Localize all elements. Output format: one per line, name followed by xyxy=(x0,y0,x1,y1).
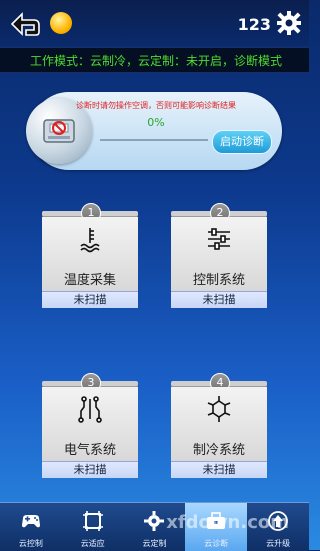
module-refrigeration[interactable]: 4 制冷系统 未扫描 xyxy=(171,373,267,478)
module-name: 控制系统 xyxy=(192,273,245,288)
diagnosis-warning: 诊断时请勿操作空调，否则可能影响诊断结果 xyxy=(76,101,236,110)
work-mode-text: 工作模式：云制冷，云定制：未开启，诊断模式 xyxy=(30,54,283,68)
diagnosis-panel: 诊断时请勿操作空调，否则可能影响诊断结果 0% 启动诊断 xyxy=(26,92,282,170)
nav-label: 云升级 xyxy=(266,539,291,548)
module-name: 电气系统 xyxy=(63,443,116,458)
nav-label: 云定制 xyxy=(142,539,167,548)
module-electrical[interactable]: 3 电气系统 未扫描 xyxy=(42,373,138,478)
gamepad-icon xyxy=(21,515,40,528)
work-mode-marquee: 工作模式：云制冷，云定制：未开启，诊断模式 xyxy=(0,47,309,73)
sliders-icon xyxy=(208,228,230,250)
frame-icon xyxy=(82,511,103,531)
sun-icon xyxy=(50,12,72,34)
snowflake-icon xyxy=(207,396,231,422)
nav-cloud-control[interactable]: 云控制 xyxy=(0,503,62,551)
device-code: 123 xyxy=(237,15,271,34)
settings-gear-icon[interactable] xyxy=(275,9,303,37)
thermometer-icon xyxy=(80,228,100,253)
start-diagnosis-button[interactable]: 启动诊断 xyxy=(212,130,272,154)
module-name: 温度采集 xyxy=(63,273,116,288)
nav-label: 云适应 xyxy=(80,539,105,548)
watermark: xfdown.com xyxy=(166,512,289,533)
module-body: 温度采集 xyxy=(42,217,138,291)
module-status: 未扫描 xyxy=(171,461,267,478)
module-body: 制冷系统 xyxy=(171,387,267,461)
diagnosis-progress-percent: 0% xyxy=(147,116,165,129)
module-body: 电气系统 xyxy=(42,387,138,461)
module-control[interactable]: 2 控制系统 未扫描 xyxy=(171,203,267,308)
nav-cloud-adapt[interactable]: 云适应 xyxy=(62,503,124,551)
module-body: 控制系统 xyxy=(171,217,267,291)
circuit-icon xyxy=(78,396,102,423)
module-status: 未扫描 xyxy=(171,291,267,308)
nav-label: 云诊断 xyxy=(204,539,229,548)
module-temperature[interactable]: 1 温度采集 未扫描 xyxy=(42,203,138,308)
module-status: 未扫描 xyxy=(42,461,138,478)
nav-label: 云控制 xyxy=(18,539,43,548)
gear-icon xyxy=(144,511,165,531)
module-name: 制冷系统 xyxy=(192,443,245,458)
module-status: 未扫描 xyxy=(42,291,138,308)
diagnosis-progress-bar xyxy=(100,139,208,141)
top-bar: 123 xyxy=(0,0,309,46)
back-arrow-icon[interactable] xyxy=(6,10,42,38)
